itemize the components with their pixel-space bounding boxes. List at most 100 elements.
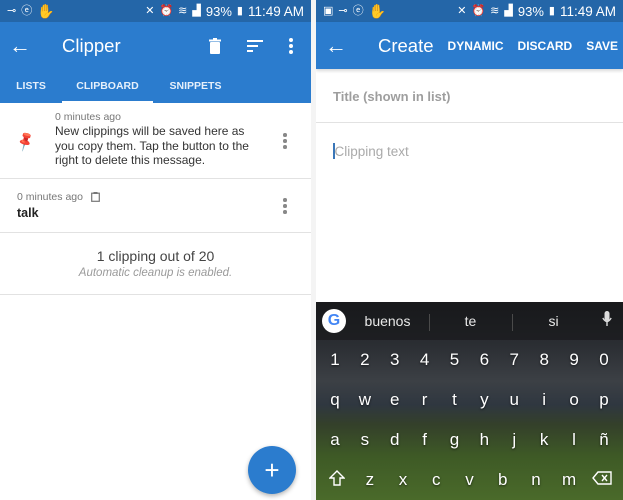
key-u[interactable]: u bbox=[500, 390, 528, 410]
plus-icon: + bbox=[264, 454, 280, 485]
backspace-key[interactable] bbox=[588, 470, 616, 490]
arrow-back-icon: ← bbox=[9, 32, 31, 58]
discard-button[interactable]: DISCARD bbox=[518, 39, 573, 53]
tab-clipboard[interactable]: CLIPBOARD bbox=[62, 69, 153, 103]
wifi-icon: ≋ bbox=[490, 4, 500, 17]
hand-icon: ✋ bbox=[368, 3, 387, 19]
key-row-bottom: zxcvbnm bbox=[316, 460, 623, 500]
key-1[interactable]: 1 bbox=[321, 350, 349, 370]
soft-keyboard: G buenos te si 1234567890 qwertyuiop asd… bbox=[316, 302, 623, 500]
key-h[interactable]: h bbox=[470, 430, 498, 450]
dynamic-button[interactable]: DYNAMIC bbox=[448, 39, 504, 53]
tab-snippets[interactable]: SNIPPETS bbox=[153, 69, 238, 103]
clipping-summary: 1 clipping out of 20 Automatic cleanup i… bbox=[0, 233, 311, 295]
key-r[interactable]: r bbox=[411, 390, 439, 410]
status-bar: ▣ ⊸ ⓔ ✋ ✕ ⏰ ≋ ▟ 93% ▮ 11:49 AM bbox=[316, 0, 623, 22]
wifi-icon: ≋ bbox=[178, 4, 188, 17]
suggestion[interactable]: si bbox=[512, 313, 595, 331]
list-item[interactable]: 0 minutes ago talk bbox=[0, 179, 311, 233]
key-b[interactable]: b bbox=[489, 470, 517, 490]
key-6[interactable]: 6 bbox=[470, 350, 498, 370]
key-0[interactable]: 0 bbox=[590, 350, 618, 370]
tab-bar: LISTS CLIPBOARD SNIPPETS bbox=[0, 69, 311, 103]
save-button[interactable]: SAVE bbox=[586, 39, 618, 53]
item-text: talk bbox=[17, 206, 39, 220]
add-clipping-button[interactable]: + bbox=[248, 446, 296, 494]
key-k[interactable]: k bbox=[530, 430, 558, 450]
clock: 11:49 AM bbox=[559, 3, 616, 19]
mic-icon bbox=[602, 310, 612, 326]
key-w[interactable]: w bbox=[351, 390, 379, 410]
key-p[interactable]: p bbox=[590, 390, 618, 410]
key-icon: ⊸ bbox=[338, 4, 348, 17]
shift-key[interactable] bbox=[323, 469, 351, 491]
key-ñ[interactable]: ñ bbox=[590, 430, 618, 450]
cleanup-note: Automatic cleanup is enabled. bbox=[78, 267, 233, 279]
key-3[interactable]: 3 bbox=[381, 350, 409, 370]
key-m[interactable]: m bbox=[555, 470, 583, 490]
key-4[interactable]: 4 bbox=[411, 350, 439, 370]
key-t[interactable]: t bbox=[441, 390, 469, 410]
key-9[interactable]: 9 bbox=[560, 350, 588, 370]
key-a[interactable]: a bbox=[321, 430, 349, 450]
app-bar: ← Clipper LISTS CLIPBOARD SNIPPETS bbox=[0, 22, 311, 103]
google-icon[interactable]: G bbox=[322, 309, 346, 333]
suggestion[interactable]: te bbox=[429, 313, 512, 331]
create-screen: ▣ ⊸ ⓔ ✋ ✕ ⏰ ≋ ▟ 93% ▮ 11:49 AM ← Create … bbox=[316, 0, 623, 500]
back-button[interactable]: ← bbox=[0, 33, 40, 59]
body-placeholder: Clipping text bbox=[334, 144, 409, 159]
key-7[interactable]: 7 bbox=[500, 350, 528, 370]
trash-icon bbox=[209, 37, 221, 54]
key-g[interactable]: g bbox=[441, 430, 469, 450]
key-v[interactable]: v bbox=[455, 470, 483, 490]
suggestion[interactable]: buenos bbox=[346, 313, 429, 329]
tab-lists[interactable]: LISTS bbox=[0, 69, 62, 103]
delete-button[interactable] bbox=[195, 22, 235, 69]
key-o[interactable]: o bbox=[560, 390, 588, 410]
more-options-button[interactable] bbox=[275, 22, 307, 69]
sort-icon bbox=[247, 39, 263, 52]
clock: 11:49 AM bbox=[247, 3, 304, 19]
item-more-button[interactable] bbox=[283, 198, 287, 214]
key-q[interactable]: q bbox=[321, 390, 349, 410]
key-z[interactable]: z bbox=[356, 470, 384, 490]
suggestion-strip: G buenos te si bbox=[316, 302, 623, 340]
back-button[interactable]: ← bbox=[316, 33, 356, 59]
signal-icon: ▟ bbox=[192, 4, 201, 17]
key-f[interactable]: f bbox=[411, 430, 439, 450]
sort-button[interactable] bbox=[235, 22, 275, 69]
key-8[interactable]: 8 bbox=[530, 350, 558, 370]
battery-percent: 93% bbox=[517, 3, 544, 19]
key-s[interactable]: s bbox=[351, 430, 379, 450]
key-j[interactable]: j bbox=[500, 430, 528, 450]
key-x[interactable]: x bbox=[389, 470, 417, 490]
image-icon: ▣ bbox=[323, 4, 334, 17]
key-c[interactable]: c bbox=[422, 470, 450, 490]
e-circle-icon: ⓔ bbox=[352, 4, 364, 17]
backspace-icon bbox=[592, 471, 613, 485]
key-d[interactable]: d bbox=[381, 430, 409, 450]
key-row-numbers: 1234567890 bbox=[316, 340, 623, 380]
shift-icon bbox=[327, 469, 346, 486]
key-row-middle: asdfghjklñ bbox=[316, 420, 623, 460]
e-circle-icon: ⓔ bbox=[21, 4, 33, 17]
item-time: 0 minutes ago bbox=[17, 191, 83, 203]
key-2[interactable]: 2 bbox=[351, 350, 379, 370]
key-e[interactable]: e bbox=[381, 390, 409, 410]
arrow-back-icon: ← bbox=[325, 32, 347, 58]
mute-icon: ✕ bbox=[145, 4, 155, 17]
key-l[interactable]: l bbox=[560, 430, 588, 450]
list-item[interactable]: 📌 0 minutes ago New clippings will be sa… bbox=[0, 103, 311, 179]
key-5[interactable]: 5 bbox=[441, 350, 469, 370]
page-title: Create bbox=[378, 34, 434, 56]
clipping-text-input[interactable]: Clipping text bbox=[316, 123, 623, 159]
key-i[interactable]: i bbox=[530, 390, 558, 410]
title-input[interactable]: Title (shown in list) bbox=[316, 69, 623, 123]
item-more-button[interactable] bbox=[283, 133, 287, 149]
mute-icon: ✕ bbox=[457, 4, 467, 17]
key-y[interactable]: y bbox=[470, 390, 498, 410]
mic-button[interactable] bbox=[595, 310, 619, 332]
key-n[interactable]: n bbox=[522, 470, 550, 490]
battery-icon: ▮ bbox=[236, 4, 243, 17]
alarm-icon: ⏰ bbox=[471, 4, 486, 17]
